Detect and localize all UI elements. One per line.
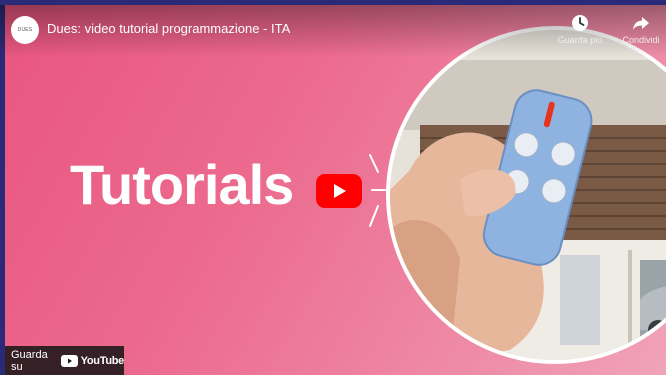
share-label: Condividi [622, 35, 660, 45]
channel-avatar[interactable]: DUES [11, 16, 39, 44]
channel-logo-text: DUES [17, 27, 33, 33]
watch-on-youtube-button[interactable]: Guarda su YouTube [5, 346, 124, 375]
watch-later-button[interactable]: Guarda più [550, 13, 610, 45]
video-title[interactable]: Dues: video tutorial programmazione - IT… [47, 21, 290, 36]
share-arrow-icon [633, 17, 649, 30]
video-player[interactable]: Tutorials DUES Dues: video tutorial prog… [0, 0, 666, 375]
youtube-wordmark: YouTube [80, 354, 125, 367]
remote-control-photo [390, 30, 666, 360]
watch-on-label: Guarda su [11, 348, 48, 373]
player-top-bar: DUES Dues: video tutorial programmazione… [0, 5, 666, 57]
youtube-play-icon [60, 354, 78, 367]
product-photo-circle [386, 26, 666, 364]
thumbnail-headline: Tutorials [70, 153, 294, 216]
play-button[interactable] [316, 174, 362, 208]
clock-icon [572, 15, 588, 31]
youtube-logo: YouTube [60, 354, 125, 367]
watch-later-label: Guarda più [557, 35, 603, 45]
share-button[interactable]: Condividi [611, 13, 666, 45]
